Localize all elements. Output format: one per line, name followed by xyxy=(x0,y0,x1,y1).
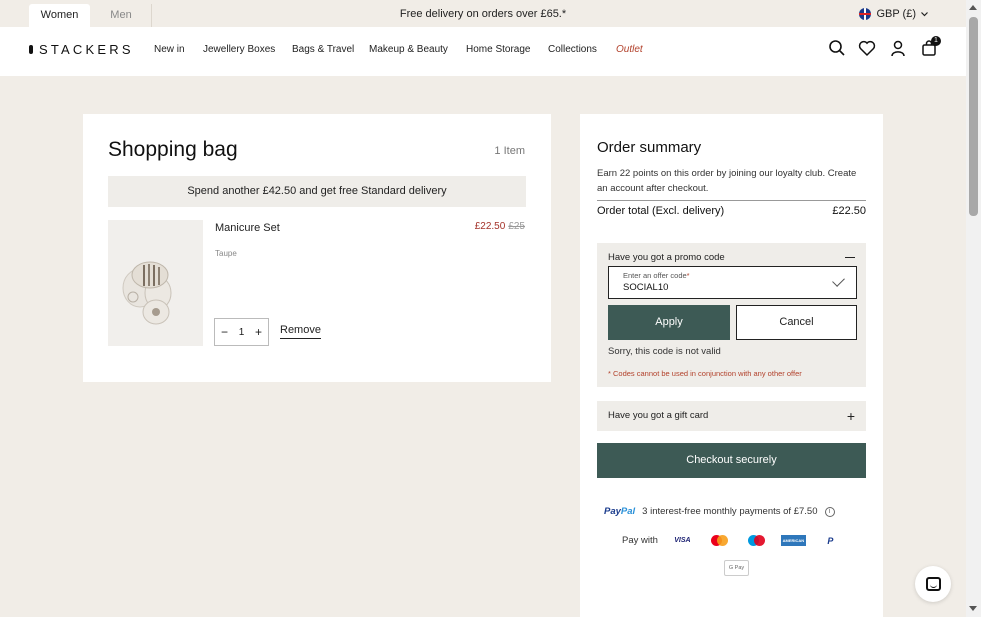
nav-outlet[interactable]: Outlet xyxy=(616,44,643,55)
cancel-button[interactable]: Cancel xyxy=(736,305,857,340)
quantity-stepper: − 1 + xyxy=(214,318,269,346)
checkout-button[interactable]: Checkout securely xyxy=(597,443,866,478)
product-price: £22.50 £25 xyxy=(475,221,525,232)
promo-code-section: Have you got a promo code Enter an offer… xyxy=(597,243,866,387)
info-icon[interactable]: i xyxy=(824,506,835,517)
scroll-up-arrow-icon[interactable] xyxy=(969,5,977,10)
expand-plus-icon[interactable]: + xyxy=(847,409,855,423)
logo-mark-icon xyxy=(29,45,33,54)
sale-price: £22.50 xyxy=(474,221,506,232)
nav-new-in[interactable]: New in xyxy=(154,44,185,55)
order-total-value: £22.50 xyxy=(832,205,866,217)
increase-quantity-button[interactable]: + xyxy=(255,325,262,339)
summary-title: Order summary xyxy=(597,139,702,156)
uk-flag-icon xyxy=(859,8,872,20)
promo-code-input[interactable] xyxy=(623,282,823,293)
nav-bags-travel[interactable]: Bags & Travel xyxy=(292,44,354,55)
top-bar: Women Men Free delivery on orders over £… xyxy=(0,0,966,27)
quantity-value[interactable]: 1 xyxy=(239,327,245,338)
main-nav: STACKERS New in Jewellery Boxes Bags & T… xyxy=(0,27,966,76)
chat-icon xyxy=(926,577,941,591)
decrease-quantity-button[interactable]: − xyxy=(221,325,228,339)
check-icon xyxy=(832,274,845,287)
user-icon[interactable] xyxy=(889,39,907,57)
bag-count-badge: 1 xyxy=(931,36,941,46)
stackers-logo[interactable]: STACKERS xyxy=(29,42,134,57)
paypal-installments-text: 3 interest-free monthly payments of £7.5… xyxy=(642,506,818,517)
nav-makeup-beauty[interactable]: Makeup & Beauty xyxy=(369,44,448,55)
bag-button[interactable]: 1 xyxy=(920,36,941,57)
order-summary-panel: Order summary Earn 22 points on this ord… xyxy=(580,114,883,617)
gift-card-section[interactable]: Have you got a gift card + xyxy=(597,401,866,431)
item-count: 1 Item xyxy=(494,145,525,157)
heart-icon[interactable] xyxy=(858,39,876,57)
nav-collections[interactable]: Collections xyxy=(548,44,597,55)
divider xyxy=(597,200,866,201)
logo-text: STACKERS xyxy=(39,42,134,57)
gift-card-label: Have you got a gift card xyxy=(608,410,709,421)
nav-home-storage[interactable]: Home Storage xyxy=(466,44,530,55)
remove-button[interactable]: Remove xyxy=(280,324,321,339)
nav-jewellery-boxes[interactable]: Jewellery Boxes xyxy=(203,44,275,55)
visa-icon: VISA xyxy=(674,537,691,544)
product-name[interactable]: Manicure Set xyxy=(215,222,280,234)
loyalty-text: Earn 22 points on this order by joining … xyxy=(597,168,857,194)
shopping-bag-panel: Shopping bag 1 Item Spend another £42.50… xyxy=(83,114,551,382)
google-pay-icon: G Pay xyxy=(724,560,749,576)
original-price: £25 xyxy=(508,221,525,232)
manicure-set-image xyxy=(122,261,172,325)
paypal-logo-icon: PayPal xyxy=(604,506,636,517)
amex-icon: AMERICAN xyxy=(780,535,806,546)
delivery-banner: Spend another £42.50 and get free Standa… xyxy=(108,176,526,207)
chat-button[interactable] xyxy=(915,566,951,602)
collapse-minus-icon[interactable] xyxy=(845,257,855,258)
order-total-label: Order total (Excl. delivery) xyxy=(597,205,725,217)
announcement-text: Free delivery on orders over £65.* xyxy=(399,8,567,20)
paypal-card-icon: P xyxy=(827,535,834,546)
apply-button[interactable]: Apply xyxy=(608,305,730,340)
scroll-thumb[interactable] xyxy=(969,17,978,216)
promo-input-label: Enter an offer code* xyxy=(623,271,690,280)
promo-code-field[interactable]: Enter an offer code* xyxy=(608,266,857,299)
chevron-down-icon xyxy=(921,11,928,16)
maestro-icon xyxy=(744,533,769,548)
currency-selector[interactable]: GBP (£) xyxy=(859,8,928,20)
product-variant: Taupe xyxy=(215,249,237,258)
promo-code-header[interactable]: Have you got a promo code xyxy=(608,252,725,263)
pay-with-label: Pay with xyxy=(622,535,658,546)
mastercard-icon xyxy=(707,533,732,548)
currency-label: GBP (£) xyxy=(876,8,916,20)
page-title: Shopping bag xyxy=(108,138,238,161)
search-icon[interactable] xyxy=(828,39,846,57)
payment-methods: Pay with VISA AMERICAN P xyxy=(622,533,843,548)
scroll-down-arrow-icon[interactable] xyxy=(969,606,977,611)
promo-error-message: Sorry, this code is not valid xyxy=(608,346,721,357)
promo-note: * Codes cannot be used in conjunction wi… xyxy=(608,369,802,378)
paypal-installments: PayPal 3 interest-free monthly payments … xyxy=(604,506,835,517)
product-image[interactable] xyxy=(108,220,203,346)
scrollbar[interactable] xyxy=(966,0,981,617)
